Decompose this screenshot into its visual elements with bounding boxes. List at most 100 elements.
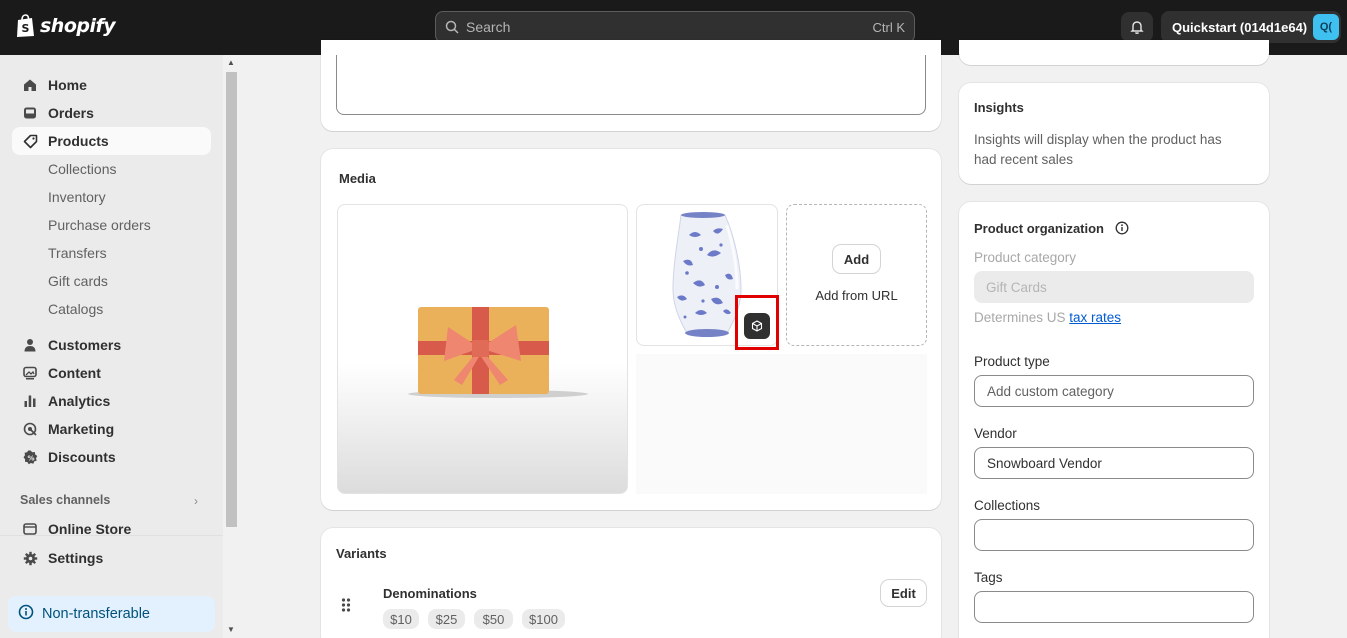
discount-icon: %	[22, 449, 38, 465]
sidebar-item-settings[interactable]: Settings	[12, 544, 211, 572]
image-icon	[22, 365, 38, 381]
tax-rates-link[interactable]: tax rates	[1069, 310, 1121, 325]
store-avatar: Q(	[1313, 14, 1339, 40]
notifications-button[interactable]	[1121, 12, 1153, 42]
sidebar-item-orders[interactable]: Orders	[12, 99, 211, 127]
store-name: Quickstart (014d1e64)	[1172, 19, 1308, 35]
search-placeholder: Search	[466, 19, 511, 35]
sidebar-item-label: Orders	[48, 105, 94, 121]
svg-text:%: %	[27, 454, 34, 462]
insights-title: Insights	[974, 100, 1024, 115]
info-icon[interactable]	[1115, 221, 1129, 235]
sidebar-item-products[interactable]: Products	[12, 127, 211, 155]
sidebar-item-analytics[interactable]: Analytics	[12, 387, 211, 415]
sidebar-item-label: Analytics	[48, 393, 111, 409]
vendor-label: Vendor	[974, 426, 1017, 441]
sidebar-item-content[interactable]: Content	[12, 359, 211, 387]
media-main-image[interactable]	[337, 204, 628, 494]
sales-channels-heading[interactable]: Sales channels	[20, 493, 110, 507]
highlight-box	[735, 295, 779, 350]
tag-icon	[22, 133, 38, 149]
variant-option-name: Denominations	[383, 586, 477, 601]
chevron-right-icon[interactable]: ›	[194, 494, 198, 508]
edit-variant-button[interactable]: Edit	[881, 580, 926, 606]
logo-text: shopify	[40, 15, 116, 37]
sidebar-item-label: Products	[48, 133, 109, 149]
media-card: Media Add Add from URL	[321, 149, 941, 510]
add-media-button[interactable]: Add	[833, 245, 880, 273]
sidebar-item-online-store[interactable]: Online Store	[12, 515, 211, 543]
sidebar-sub-collections[interactable]: Collections	[48, 161, 116, 177]
media-dropzone[interactable]: Add Add from URL	[786, 204, 927, 346]
sidebar-item-label: Settings	[48, 550, 104, 566]
vendor-input[interactable]: Snowboard Vendor	[974, 447, 1254, 479]
collections-input[interactable]	[974, 519, 1254, 551]
sidebar-item-discounts[interactable]: % Discounts	[12, 443, 211, 471]
info-circle-icon	[18, 604, 34, 624]
inbox-icon	[22, 105, 38, 121]
sidebar-item-marketing[interactable]: Marketing	[12, 415, 211, 443]
person-icon	[22, 337, 38, 353]
sidebar-sub-catalogs[interactable]: Catalogs	[48, 301, 103, 317]
bell-icon	[1130, 21, 1144, 34]
product-type-placeholder: Add custom category	[987, 383, 1114, 399]
shopify-bag-icon: S	[17, 14, 34, 37]
scroll-up-arrow-icon[interactable]: ▲	[227, 58, 235, 67]
target-icon	[22, 421, 38, 437]
search-icon	[445, 20, 459, 34]
sidebar-item-label: Discounts	[48, 449, 116, 465]
gift-card-image	[408, 307, 588, 398]
variant-value-pill: $10	[383, 609, 419, 629]
product-type-input[interactable]: Add custom category	[974, 375, 1254, 407]
drag-handle-icon[interactable]	[341, 598, 351, 612]
description-editor[interactable]	[336, 55, 926, 115]
sidebar-sub-inventory[interactable]: Inventory	[48, 189, 106, 205]
sidebar-item-label: Content	[48, 365, 101, 381]
determines-prefix: Determines US	[974, 310, 1070, 325]
sidebar-sub-transfers[interactable]: Transfers	[48, 245, 107, 261]
sidebar-item-label: Home	[48, 77, 87, 93]
media-empty-area	[636, 354, 927, 494]
product-category-field: Gift Cards	[974, 271, 1254, 303]
product-type-label: Product type	[974, 354, 1050, 369]
sidebar-item-label: Customers	[48, 337, 122, 353]
sidebar: Home Orders Products Collections Invento…	[0, 55, 223, 638]
collections-label: Collections	[974, 498, 1041, 513]
shopify-logo[interactable]: S shopify	[15, 14, 116, 38]
tax-rates-note: Determines US tax rates	[974, 310, 1121, 325]
add-from-url-link[interactable]: Add from URL	[787, 288, 926, 303]
sidebar-item-home[interactable]: Home	[12, 71, 211, 99]
insights-card: Insights Insights will display when the …	[959, 83, 1269, 184]
status-card-bottom	[959, 40, 1269, 65]
product-category-value: Gift Cards	[986, 279, 1047, 295]
search-bar[interactable]: Search Ctrl K	[435, 11, 915, 43]
variant-value-pill: $100	[522, 609, 565, 629]
variants-card: Variants Denominations Edit $10 $25 $50 …	[321, 528, 941, 638]
store-menu-button[interactable]: Quickstart (014d1e64) Q(	[1161, 11, 1341, 43]
variants-title: Variants	[336, 546, 387, 561]
non-transferable-banner[interactable]: Non-transferable	[8, 596, 215, 632]
media-title: Media	[339, 171, 376, 186]
sidebar-item-label: Marketing	[48, 421, 115, 437]
variant-value-pill: $25	[428, 609, 465, 629]
sidebar-sub-gift-cards[interactable]: Gift cards	[48, 273, 108, 289]
description-card	[321, 40, 941, 131]
home-icon	[22, 77, 38, 93]
sidebar-divider	[0, 535, 223, 536]
product-organization-card: Product organization Product category Gi…	[959, 202, 1269, 638]
search-shortcut: Ctrl K	[872, 19, 906, 35]
sidebar-item-customers[interactable]: Customers	[12, 331, 211, 359]
variant-value-pill: $50	[474, 609, 513, 629]
tags-input[interactable]	[974, 591, 1254, 623]
insights-text-line2: had recent sales	[974, 152, 1074, 167]
sidebar-sub-purchase-orders[interactable]: Purchase orders	[48, 217, 151, 233]
vendor-value: Snowboard Vendor	[987, 455, 1102, 471]
product-category-label: Product category	[974, 250, 1077, 265]
scroll-down-arrow-icon[interactable]: ▼	[227, 625, 235, 634]
tags-label: Tags	[974, 570, 1003, 585]
product-organization-title: Product organization	[974, 221, 1104, 236]
bar-chart-icon	[22, 393, 38, 409]
non-transferable-label: Non-transferable	[42, 606, 150, 622]
sidebar-scroll-thumb[interactable]	[226, 72, 237, 527]
insights-text-line1: Insights will display when the product h…	[974, 132, 1222, 147]
